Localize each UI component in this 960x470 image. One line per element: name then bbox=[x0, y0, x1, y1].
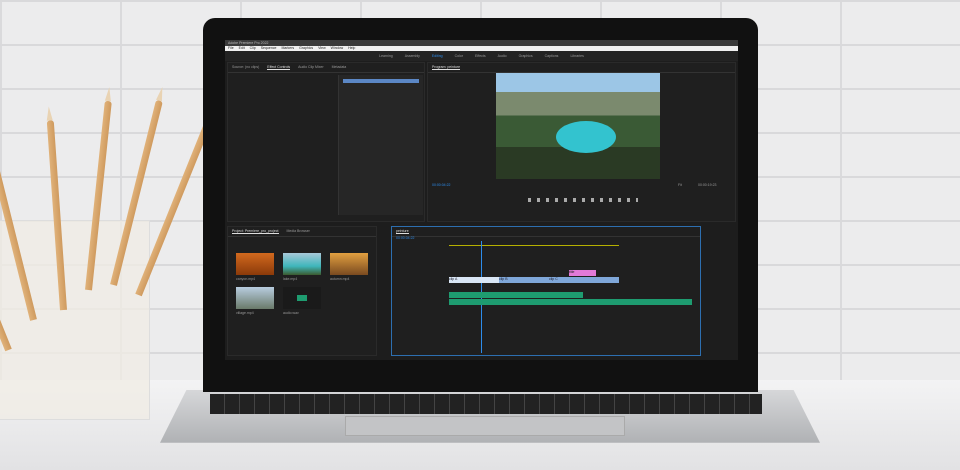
audio-clip[interactable] bbox=[449, 299, 692, 305]
effect-timeline bbox=[338, 75, 423, 215]
program-monitor: Program: peinture 00:00:04:22 Fit 00:00:… bbox=[427, 62, 736, 222]
project-item[interactable] bbox=[283, 253, 321, 275]
project-item-audio[interactable] bbox=[283, 287, 321, 309]
tab-effect-controls[interactable]: Effect Controls bbox=[267, 65, 291, 70]
project-item-name: canyon.mp4 bbox=[236, 277, 256, 281]
timeline-timecode: 00:00:04:22 bbox=[396, 236, 415, 240]
menu-file[interactable]: File bbox=[228, 46, 234, 51]
tab-media-browser[interactable]: Media Browser bbox=[287, 229, 310, 234]
project-panel: Project: Premiere_pro_project Media Brow… bbox=[227, 226, 377, 356]
tab-program[interactable]: Program: peinture bbox=[432, 65, 461, 70]
audio-clip[interactable] bbox=[449, 292, 583, 298]
trackpad[interactable] bbox=[345, 416, 625, 436]
project-item-name: autumn.mp4 bbox=[330, 277, 350, 281]
program-duration: 00:00:19:23 bbox=[698, 183, 717, 187]
project-item-name: lake.mp4 bbox=[283, 277, 298, 281]
ws-libraries[interactable]: Libraries bbox=[570, 54, 583, 58]
premiere-window: Adobe Premiere Pro 2022 File Edit Clip S… bbox=[225, 40, 738, 360]
project-item[interactable] bbox=[236, 253, 274, 275]
menu-graphics[interactable]: Graphics bbox=[299, 46, 313, 51]
timeline-clip[interactable]: clip B bbox=[499, 277, 549, 283]
menu-sequence[interactable]: Sequence bbox=[261, 46, 277, 51]
menu-edit[interactable]: Edit bbox=[239, 46, 245, 51]
tab-metadata[interactable]: Metadata bbox=[332, 65, 347, 70]
ws-captions[interactable]: Captions bbox=[545, 54, 559, 58]
project-item-name: audio.wav bbox=[283, 311, 299, 315]
project-item[interactable] bbox=[330, 253, 368, 275]
tab-audio-clip-mixer[interactable]: Audio Clip Mixer bbox=[298, 65, 323, 70]
program-video-frame bbox=[496, 73, 660, 179]
menu-view[interactable]: View bbox=[318, 46, 326, 51]
ws-assembly[interactable]: Assembly bbox=[405, 54, 420, 58]
timeline-clip[interactable]: clip C bbox=[549, 277, 619, 283]
playback-controls[interactable] bbox=[528, 198, 638, 202]
ws-editing[interactable]: Editing bbox=[432, 54, 443, 58]
keyboard bbox=[210, 394, 762, 414]
ws-graphics[interactable]: Graphics bbox=[519, 54, 533, 58]
project-item[interactable] bbox=[236, 287, 274, 309]
project-item-name: village.mp4 bbox=[236, 311, 254, 315]
menu-clip[interactable]: Clip bbox=[250, 46, 256, 51]
work-area-bar[interactable] bbox=[449, 245, 619, 246]
tab-source[interactable]: Source: (no clips) bbox=[232, 65, 259, 70]
menu-window[interactable]: Window bbox=[331, 46, 343, 51]
ws-color[interactable]: Color bbox=[455, 54, 463, 58]
timeline-clip[interactable]: clip A bbox=[449, 277, 499, 283]
program-zoom[interactable]: Fit bbox=[678, 183, 682, 187]
workspace-bar: Learning Assembly Editing Color Effects … bbox=[225, 51, 738, 61]
ws-effects[interactable]: Effects bbox=[475, 54, 486, 58]
pencil-cup bbox=[0, 220, 150, 420]
effect-controls-panel: Source: (no clips) Effect Controls Audio… bbox=[227, 62, 425, 222]
tab-sequence[interactable]: peinture bbox=[396, 229, 409, 234]
title-clip[interactable]: title bbox=[569, 270, 596, 276]
ws-learning[interactable]: Learning bbox=[379, 54, 393, 58]
ws-audio[interactable]: Audio bbox=[498, 54, 507, 58]
menu-help[interactable]: Help bbox=[348, 46, 355, 51]
tab-project[interactable]: Project: Premiere_pro_project bbox=[232, 229, 279, 234]
timeline-panel: peinture 00:00:04:22 clip A clip B clip … bbox=[391, 226, 701, 356]
program-timecode: 00:00:04:22 bbox=[432, 183, 451, 187]
menu-markers[interactable]: Markers bbox=[281, 46, 294, 51]
